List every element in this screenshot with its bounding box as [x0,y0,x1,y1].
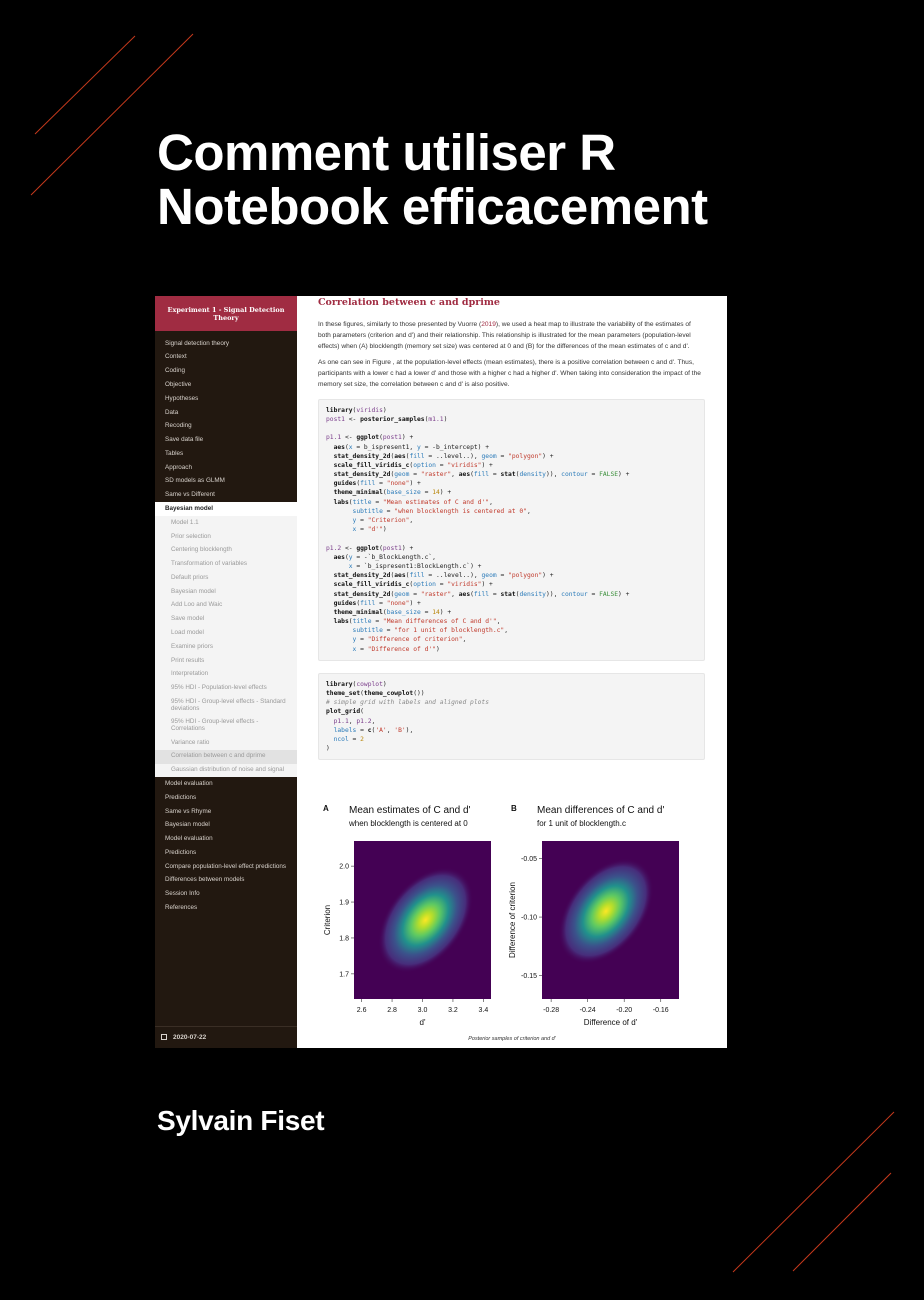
toc-subitem-save-model[interactable]: Save model [155,613,297,627]
x-axis-label: d' [420,1018,426,1027]
toc-subitem-95-hdi-population-level-effects[interactable]: 95% HDI - Population-level effects [155,682,297,696]
x-tick-label: 2.8 [387,1007,397,1014]
toc-subitem-default-priors[interactable]: Default priors [155,571,297,585]
y-tick-label: 1.8 [339,935,349,942]
citation-link[interactable]: 2019 [481,321,496,328]
chart-subtitle: when blocklength is centered at 0 [348,819,468,828]
chart-title: Mean estimates of C and d' [349,805,471,816]
title-line-2: Notebook efficacement [157,178,708,235]
toc-item-references[interactable]: References [155,901,297,915]
para1-text-a: In these figures, similarly to those pre… [318,321,482,328]
toc-item-differences-between-models[interactable]: Differences between models [155,874,297,888]
toc-item-bayesian-model[interactable]: Bayesian model [155,502,297,517]
panel-label: A [323,804,329,813]
toc-subitem-gaussian-distribution-of-noise-and-signal[interactable]: Gaussian distribution of noise and signa… [155,764,297,778]
toc-subitem-prior-selection[interactable]: Prior selection [155,530,297,544]
x-tick-label: -0.16 [653,1007,669,1014]
toc-item-tables[interactable]: Tables [155,447,297,461]
x-tick-label: -0.24 [580,1007,596,1014]
toc-subitem-correlation-between-c-and-dprime[interactable]: Correlation between c and dprime [155,749,297,764]
x-tick-label: 3.2 [448,1007,458,1014]
x-tick-label: 3.0 [418,1007,428,1014]
toc-item-objective[interactable]: Objective [155,378,297,392]
toc-item-bayesian-model[interactable]: Bayesian model [155,819,297,833]
toc-subitem-examine-priors[interactable]: Examine priors [155,640,297,654]
paragraph-2: As one can see in Figure , at the popula… [318,359,701,388]
toc-subitem-centering-blocklength[interactable]: Centering blocklength [155,544,297,558]
toc-subitem-load-model[interactable]: Load model [155,626,297,640]
toc-item-same-vs-different[interactable]: Same vs Different [155,489,297,503]
toc-item-recoding[interactable]: Recoding [155,420,297,434]
notebook-screenshot: Experiment 1 - Signal Detection Theory S… [155,296,727,1048]
y-tick-label: -0.05 [521,856,537,863]
toc-item-context[interactable]: Context [155,351,297,365]
toc-item-approach[interactable]: Approach [155,461,297,475]
toc-subitem-95-hdi-group-level-effects-correlations[interactable]: 95% HDI - Group-level effects - Correlat… [155,716,297,736]
book-title: Comment utiliser R Notebook efficacement [157,126,857,234]
toc-subitem-bayesian-model[interactable]: Bayesian model [155,585,297,599]
toc-subitem-variance-ratio[interactable]: Variance ratio [155,736,297,750]
x-tick-label: -0.28 [543,1007,559,1014]
toc-subsection: Model 1.1 Prior selection Centering blockl… [155,516,297,778]
toc-subitem-add-loo-and-waic[interactable]: Add Loo and Waic [155,599,297,613]
toc-item-same-vs-rhyme[interactable]: Same vs Rhyme [155,805,297,819]
toc-item-predictions[interactable]: Predictions [155,791,297,805]
toc-subitem-transformation-of-variables[interactable]: Transformation of variables [155,558,297,572]
toc-subitem-95-hdi-group-level-effects-standard-deviations[interactable]: 95% HDI - Group-level effects - Standard… [155,695,297,715]
author-name: Sylvain Fiset [157,1105,325,1136]
toc-item-model-evaluation[interactable]: Model evaluation [155,777,297,791]
toc-list: Signal detection theory Context Coding Obje… [155,331,297,915]
code-chunk-2: library(cowplot) theme_set(theme_cowplot(… [318,672,705,761]
code-chunk-1: library(viridis) post1 <- posterior_sampl… [318,398,705,661]
toc-item-compare-population-level-effect-predictions[interactable]: Compare population-level effect predicti… [155,860,297,874]
toc-item-signal-detection-theory[interactable]: Signal detection theory [155,337,297,351]
toc-subitem-print-results[interactable]: Print results [155,654,297,668]
x-axis-label: Difference of d' [584,1018,638,1027]
panel-label: B [511,804,517,813]
y-axis-label: Criterion [323,905,332,935]
toc-item-session-info[interactable]: Session Info [155,888,297,902]
calendar-icon [161,1034,167,1040]
toc-header: Experiment 1 - Signal Detection Theory [155,296,297,331]
toc-sidebar: Experiment 1 - Signal Detection Theory S… [155,296,297,1048]
y-tick-label: 1.7 [339,971,349,978]
toc-item-data[interactable]: Data [155,406,297,420]
y-tick-label: -0.10 [521,915,537,922]
y-axis-label: Difference of criterion [508,882,517,958]
toc-item-save-data-file[interactable]: Save data file [155,433,297,447]
chart-subtitle: for 1 unit of blocklength.c [537,819,626,828]
x-tick-label: 3.4 [479,1007,489,1014]
footer-date: 2020-07-22 [173,1034,207,1041]
title-line-1: Comment utiliser R [157,124,616,181]
x-tick-label: 2.6 [357,1007,367,1014]
chart-title: Mean differences of C and d' [537,805,664,816]
section-title: Correlation between c and dprime [318,297,500,308]
y-tick-label: -0.15 [521,973,537,980]
y-tick-label: 1.9 [339,900,349,907]
paragraph-1: In these figures, similarly to those pre… [318,320,705,352]
toc-subitem-interpretation[interactable]: Interpretation [155,668,297,682]
toc-item-sd-models-as-glmm[interactable]: SD models as GLMM [155,475,297,489]
x-tick-label: -0.20 [616,1007,632,1014]
toc-item-coding[interactable]: Coding [155,365,297,379]
toc-footer: 2020-07-22 [155,1026,297,1048]
toc-item-model-evaluation[interactable]: Model evaluation [155,833,297,847]
toc-subitem-model-1-1[interactable]: Model 1.1 [155,516,297,530]
toc-item-predictions[interactable]: Predictions [155,846,297,860]
toc-item-hypotheses[interactable]: Hypotheses [155,392,297,406]
y-tick-label: 2.0 [339,864,349,871]
heatmap-figure: A Mean estimates of C and d' when blocklen… [323,804,679,1027]
